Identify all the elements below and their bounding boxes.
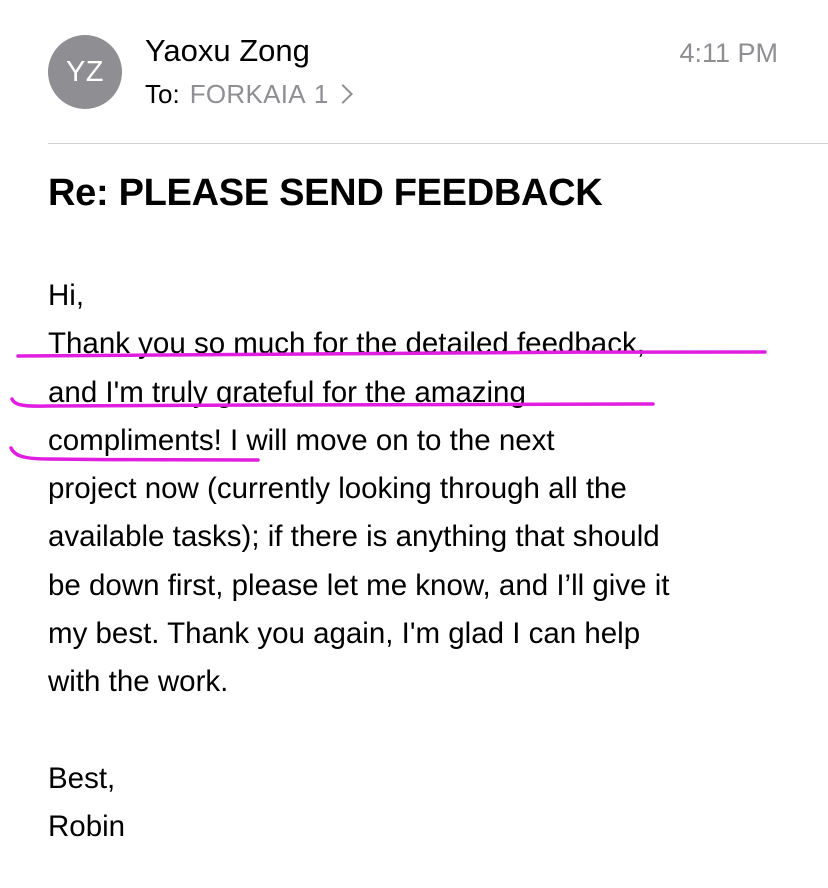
recipients-row[interactable]: To: FORKAIA 1 xyxy=(145,76,354,112)
closing-line: Best, xyxy=(48,761,116,795)
body-line: Thank you so much for the detailed feedb… xyxy=(48,327,645,361)
recipient-name[interactable]: FORKAIA xyxy=(190,76,306,112)
body-line: Hi, xyxy=(48,279,85,312)
body-line: my best. Thank you again, I'm glad I can… xyxy=(48,617,641,651)
body-line: with the work. xyxy=(48,665,229,699)
body-line: compliments! I will move on to the next xyxy=(48,423,555,457)
sender-avatar[interactable]: YZ xyxy=(48,35,122,109)
timestamp: 4:11 PM xyxy=(679,38,778,68)
to-label: To: xyxy=(145,79,180,109)
recipient-count[interactable]: 1 xyxy=(314,76,328,112)
body-line: available tasks); if there is anything t… xyxy=(48,520,660,554)
sender-name[interactable]: Yaoxu Zong xyxy=(145,31,310,71)
email-header: YZ Yaoxu Zong 4:11 PM To: FORKAIA 1 xyxy=(0,0,828,144)
body-line: be down first, please let me know, and I… xyxy=(48,568,670,602)
signature-line: Robin xyxy=(48,810,126,844)
email-body: Hi, Thank you so much for the detailed f… xyxy=(48,272,818,852)
body-line: project now (currently looking through a… xyxy=(48,472,627,506)
body-line: and I'm truly grateful for the amazing xyxy=(48,375,526,409)
chevron-right-icon[interactable] xyxy=(333,84,354,104)
header-divider xyxy=(48,143,828,144)
email-subject: Re: PLEASE SEND FEEDBACK xyxy=(48,172,603,214)
